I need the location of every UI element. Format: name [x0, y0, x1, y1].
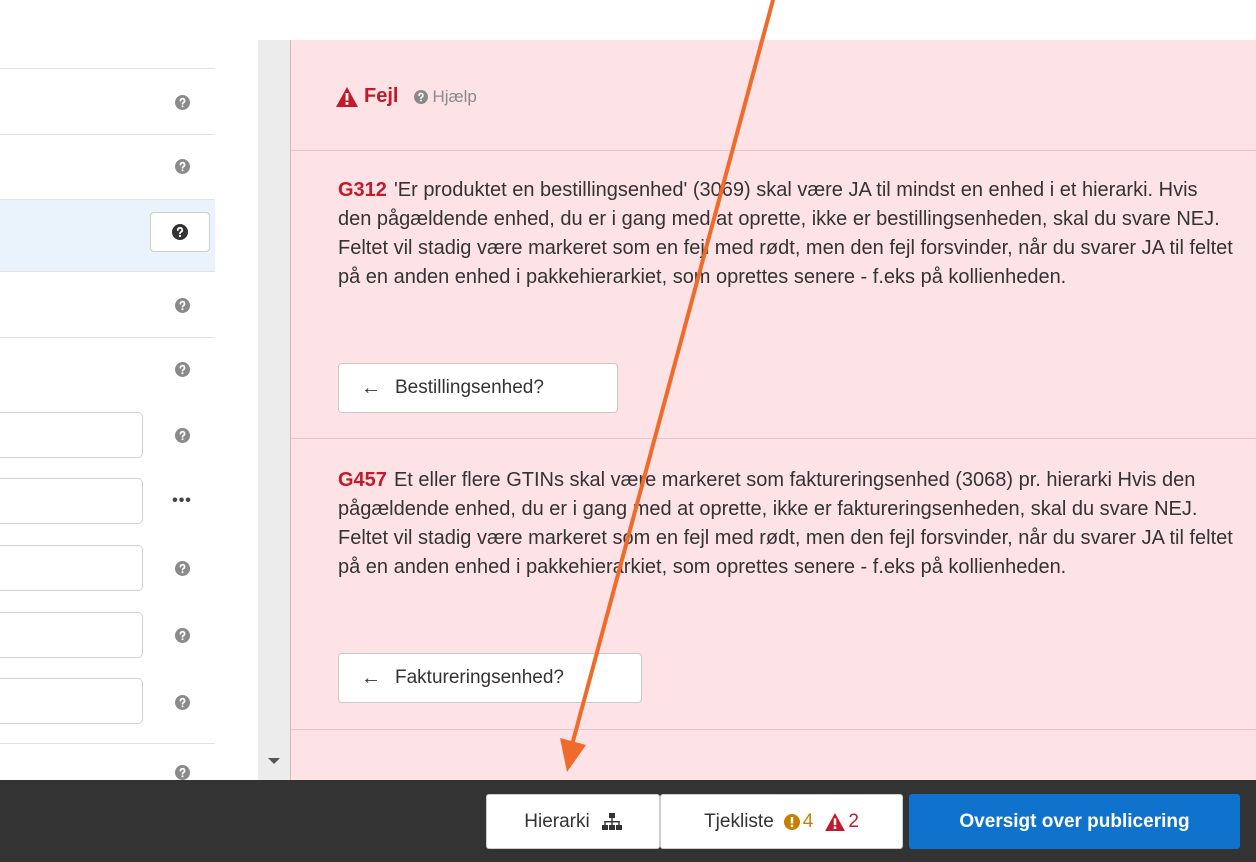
vertical-scrollbar[interactable] [258, 40, 290, 780]
checklist-label: Tjekliste [704, 810, 774, 832]
question-circle-icon[interactable] [171, 155, 193, 177]
text-input[interactable] [0, 678, 143, 724]
question-circle-icon[interactable] [171, 294, 193, 316]
error-description: Et eller flere GTINs skal være markeret … [338, 469, 1233, 578]
checklist-button[interactable]: Tjekliste 4 2 [660, 794, 903, 849]
error-description: 'Er produktet en bestillingsenhed' (3069… [338, 179, 1233, 288]
arrow-left-icon: ← [361, 666, 381, 689]
help-link-label: Hjælp [432, 86, 477, 106]
hierarchy-label: Hierarki [524, 810, 590, 832]
question-circle-icon[interactable] [171, 358, 193, 380]
goto-field-button[interactable]: ← Bestillingsenhed? [338, 363, 618, 413]
question-circle-button[interactable] [150, 212, 210, 252]
arrow-left-icon: ← [361, 376, 381, 399]
error-message: G312 'Er produktet en bestillingsenhed' (… [338, 176, 1236, 292]
publish-overview-button[interactable]: Oversigt over publicering [909, 794, 1240, 849]
error-count: 2 [848, 810, 859, 832]
question-circle-icon[interactable] [171, 624, 193, 646]
error-item: G457 Et eller flere GTINs skal være marke… [291, 439, 1256, 730]
error-panel-title: Fejl [364, 85, 399, 107]
error-message: G457 Et eller flere GTINs skal være marke… [338, 466, 1236, 582]
text-input[interactable] [0, 478, 143, 524]
goto-field-label: Faktureringsenhed? [395, 667, 564, 688]
question-circle-icon[interactable] [171, 424, 193, 446]
warning-triangle-icon [336, 86, 358, 107]
goto-field-label: Bestillingsenhed? [395, 377, 544, 398]
error-item: G312 'Er produktet en bestillingsenhed' (… [291, 151, 1256, 439]
form-row [0, 134, 215, 200]
error-triangle-icon [825, 812, 846, 831]
more-options-button[interactable]: ••• [171, 490, 193, 512]
text-input[interactable] [0, 412, 143, 458]
form-row [0, 337, 215, 404]
goto-field-button[interactable]: ← Faktureringsenhed? [338, 653, 642, 703]
sitemap-icon [601, 812, 622, 830]
form-row-selected [0, 199, 215, 272]
error-panel: Fejl Hjælp G312 'Er produktet en bestilli… [290, 40, 1256, 780]
question-circle-icon[interactable] [171, 557, 193, 579]
text-input[interactable] [0, 612, 143, 658]
bottom-toolbar: Hierarki Tjekliste 4 2 Oversigt over pub… [0, 780, 1256, 862]
help-link[interactable]: Hjælp [414, 86, 477, 107]
warning-circle-icon [783, 813, 800, 830]
form-row [0, 271, 215, 338]
form-panel: ••• [0, 40, 215, 780]
warning-count: 4 [802, 810, 814, 832]
text-input[interactable] [0, 545, 143, 591]
error-panel-header: Fejl Hjælp [291, 40, 1256, 151]
question-circle-icon [414, 89, 429, 104]
form-row [0, 68, 215, 135]
error-code: G457 [338, 469, 387, 491]
error-code: G312 [338, 179, 387, 201]
question-circle-icon[interactable] [171, 691, 193, 713]
scroll-down-arrow-icon[interactable] [268, 758, 280, 764]
form-row [0, 743, 215, 781]
hierarchy-button[interactable]: Hierarki [486, 794, 660, 849]
question-circle-icon[interactable] [171, 91, 193, 113]
